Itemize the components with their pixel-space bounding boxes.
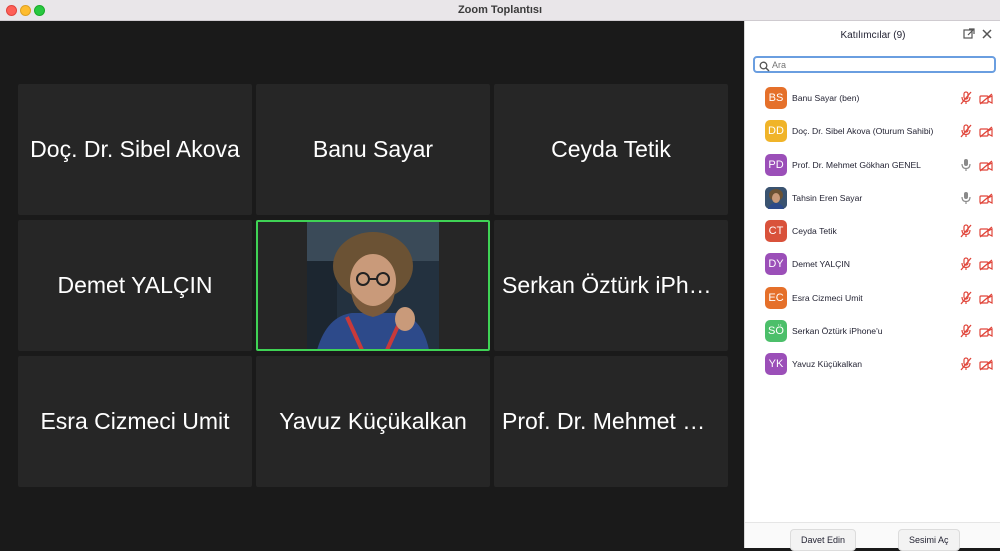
close-panel-icon[interactable] [980,28,994,42]
participant-name: Yavuz Küçükalkan [279,408,467,434]
mic-muted-icon[interactable] [960,357,972,371]
participant-name: Tahsin Eren Sayar [792,192,863,203]
mic-icon[interactable] [960,158,972,172]
participant-name: Doç. Dr. Sibel Akova [30,136,240,162]
participant-video-tile[interactable]: Demet YALÇIN [18,220,252,351]
camera-off-icon[interactable] [979,92,993,105]
participant-video-tile[interactable]: Prof. Dr. Mehmet Gökhan GENEL [494,356,728,487]
avatar: DY [765,253,787,276]
camera-off-icon[interactable] [979,258,993,271]
participant-video-tile[interactable]: Ceyda Tetik [494,84,728,215]
participant-video-tile[interactable]: Yavuz Küçükalkan [256,356,490,487]
participant-name: Serkan Öztürk iPhone'u [502,272,720,298]
participant-name: Yavuz Küçükalkan [792,359,863,370]
participant-row[interactable]: YK Yavuz Küçükalkan [745,350,1000,383]
participant-camera-feed [307,222,439,349]
participant-name: Ceyda Tetik [551,136,671,162]
participant-name: Prof. Dr. Mehmet Gökhan GENEL [792,159,921,170]
avatar [765,186,787,209]
avatar: CT [765,220,787,243]
mic-muted-icon[interactable] [960,124,972,138]
participant-list: BS Banu Sayar (ben) DD Doç. Dr. Sibel Akova… [745,84,1000,384]
participant-row[interactable]: Tahsin Eren Sayar [745,184,1000,217]
avatar: EC [765,286,787,309]
participant-row[interactable]: DD Doç. Dr. Sibel Akova (Oturum Sahibi) [745,117,1000,150]
participant-name: Demet YALÇIN [792,259,850,270]
mic-muted-icon[interactable] [960,224,972,238]
participant-video-tile[interactable]: Serkan Öztürk iPhone'u [494,220,728,351]
title-bar[interactable]: Zoom Toplantısı [0,0,1000,21]
participant-row[interactable]: SÖ Serkan Öztürk iPhone'u [745,317,1000,350]
participant-row[interactable]: EC Esra Cizmeci Umit [745,284,1000,317]
participant-name: Esra Cizmeci Umit [40,408,230,434]
participant-search-box[interactable] [753,56,996,73]
zoom-window: Zoom Toplantısı Doç. Dr. Sibel Akova Banu… [0,0,1000,551]
participant-video-tile[interactable]: Banu Sayar [256,84,490,215]
participant-name: Banu Sayar (ben) [792,93,860,103]
participants-header: Katılımcılar (9) [745,21,1000,51]
pop-out-icon[interactable] [962,28,976,42]
participants-panel: Katılımcılar (9) BS Banu Sayar (ben) DD Doç… [744,21,1000,551]
camera-off-icon[interactable] [979,192,993,205]
camera-off-icon[interactable] [979,225,993,238]
participant-video-tile[interactable]: Doç. Dr. Sibel Akova [18,84,252,215]
search-input[interactable] [772,58,992,71]
participant-name: Serkan Öztürk iPhone'u [792,326,883,337]
participants-footer: Davet Edin Sesimi Aç [745,522,1000,551]
participant-row[interactable]: CT Ceyda Tetik [745,217,1000,250]
mic-muted-icon[interactable] [960,91,972,105]
participant-row[interactable]: DY Demet YALÇIN [745,250,1000,283]
avatar: DD [765,120,787,143]
avatar: BS [765,87,787,109]
camera-off-icon[interactable] [979,125,993,138]
participant-row[interactable]: BS Banu Sayar (ben) [745,84,1000,117]
participant-name: Ceyda Tetik [792,226,837,237]
participant-row[interactable]: PD Prof. Dr. Mehmet Gökhan GENEL [745,151,1000,184]
avatar: PD [765,153,787,176]
search-icon [759,59,770,72]
camera-off-icon[interactable] [979,159,993,172]
camera-off-icon[interactable] [979,292,993,305]
avatar: YK [765,353,787,376]
camera-off-icon[interactable] [979,358,993,371]
participant-name: Prof. Dr. Mehmet Gökhan GENEL [502,408,720,434]
mic-muted-icon[interactable] [960,324,972,338]
mic-muted-icon[interactable] [960,257,972,271]
participant-video-tile[interactable]: Esra Cizmeci Umit [18,356,252,487]
window-title: Zoom Toplantısı [457,4,543,16]
gallery-view: Doç. Dr. Sibel Akova Banu Sayar Ceyda Teti… [0,21,744,548]
participant-video-tile[interactable] [256,220,490,351]
participant-name: Banu Sayar [312,136,434,162]
camera-off-icon[interactable] [979,325,993,338]
participant-name: Esra Cizmeci Umit [792,292,863,303]
participant-name: Demet YALÇIN [57,272,213,298]
mic-icon[interactable] [960,191,972,205]
participant-name: Doç. Dr. Sibel Akova (Oturum Sahibi) [792,126,934,137]
mic-muted-icon[interactable] [960,291,972,305]
avatar: SÖ [765,320,787,343]
